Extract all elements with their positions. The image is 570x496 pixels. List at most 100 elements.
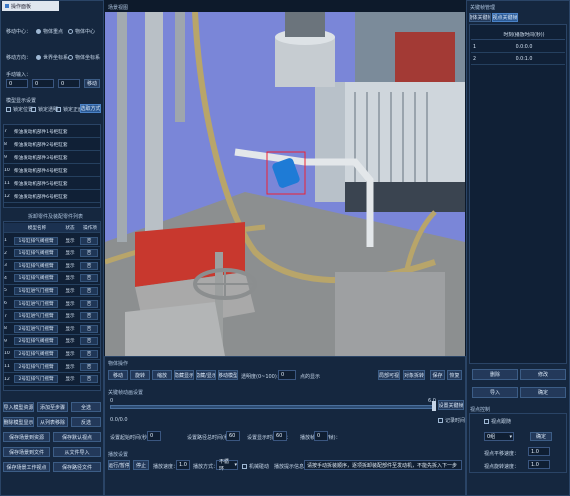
keyframe-row[interactable]: 2 0.0:1.0: [471, 54, 565, 65]
list-item[interactable]: 12 2号缸排气门摇臂 显示否: [4, 374, 100, 386]
keyframe-table: [469, 24, 567, 364]
view-move-speed-input[interactable]: 1.0: [528, 447, 550, 456]
move-center-opt1[interactable]: 物体重点: [36, 28, 63, 35]
local-view-button[interactable]: 局部可视: [378, 370, 400, 380]
x-input[interactable]: 0: [6, 79, 28, 88]
speed-input[interactable]: 1.0: [176, 460, 190, 470]
save-path-file-button[interactable]: 保存路径文件: [53, 462, 101, 472]
move-dir-opt1[interactable]: 世界坐标系: [36, 54, 68, 61]
view-combo[interactable]: 0组 ▾: [484, 432, 514, 441]
view-follow-toggle[interactable]: 视点跟随: [484, 418, 511, 425]
list-header: 模型名称 状态 操作项: [4, 223, 100, 233]
upper-table-row[interactable]: 12 柴油发动机部件6号柜缸套: [4, 191, 100, 203]
move-button[interactable]: 移动: [84, 79, 100, 88]
app-icon: [5, 4, 9, 8]
list-item[interactable]: 2 1号缸排气阀摇臂 显示否: [4, 248, 100, 260]
record-time-toggle[interactable]: 记录时间: [438, 417, 465, 424]
save-scene-resource-button[interactable]: 保存场景到资源: [3, 432, 50, 442]
kf-import-button[interactable]: 导入: [472, 387, 518, 398]
list-item[interactable]: 4 1号缸排气阀摇臂 显示否: [4, 273, 100, 285]
checkbox-icon: [56, 107, 61, 112]
z-input[interactable]: 0: [58, 79, 80, 88]
anim-field-input[interactable]: 0: [147, 431, 161, 441]
manual-input-label: 手动输入：: [6, 72, 32, 78]
list-item[interactable]: 9 2号缸排气阀摇臂 显示否: [4, 336, 100, 348]
transparency-unit: 点的显示: [300, 374, 321, 380]
view-rotate-speed-label: 视点旋转速度：: [484, 464, 520, 470]
list-item[interactable]: 5 1号缸进气门摇臂 显示否: [4, 285, 100, 298]
list-item[interactable]: 6 1号缸进气门摇臂 显示否: [4, 298, 100, 310]
upper-table-row[interactable]: 10 柴油发动机部件4号柜缸套: [4, 165, 100, 177]
hide-show-toggle-button[interactable]: 隐藏/显示: [196, 370, 216, 380]
timeline-handle[interactable]: [432, 401, 436, 411]
follow-toggle[interactable]: 机械碰动: [242, 463, 269, 470]
mode-select[interactable]: 不循环 ▾: [216, 459, 238, 472]
mode-label: 播放方式：: [193, 464, 219, 470]
anim-field-input[interactable]: 60: [226, 431, 240, 441]
hide-show-op-button[interactable]: 隐藏显示: [174, 370, 194, 380]
radio-icon: [36, 29, 41, 34]
stop-button[interactable]: 停止: [133, 460, 149, 470]
list-item[interactable]: 11 2号缸排气门摇臂 显示否: [4, 361, 100, 373]
window-title: 操作面板: [11, 3, 32, 10]
anim-field-input[interactable]: 60: [273, 431, 287, 441]
chevron-down-icon: ▾: [234, 462, 237, 468]
keyframe-row[interactable]: 1 0.0:0.0: [471, 42, 565, 53]
save-scene-file-button[interactable]: 保存场景到文件: [3, 447, 50, 457]
anim-field-input[interactable]: 0: [314, 431, 328, 441]
checkbox-icon: [6, 107, 11, 112]
rotate-op-button[interactable]: 旋转: [130, 370, 150, 380]
upper-table-row[interactable]: 9 柴油发动机部件3号柜缸套: [4, 152, 100, 164]
invert-select-button[interactable]: 反选: [71, 417, 101, 427]
view-confirm-button[interactable]: 确定: [530, 432, 552, 441]
kf-modify-button[interactable]: 修改: [520, 369, 566, 380]
view-settings-title: 视点控制: [470, 407, 491, 413]
view-move-speed-label: 视点平移速度：: [484, 451, 520, 457]
transparency-label: 透明度(0~100)：: [241, 374, 282, 380]
list-item[interactable]: 10 2号缸排气阀摇臂 显示否: [4, 348, 100, 361]
restore-button[interactable]: 恢复: [447, 370, 462, 380]
y-input[interactable]: 0: [32, 79, 54, 88]
remove-from-list-button[interactable]: 从列表移除: [37, 417, 68, 427]
transparency-input[interactable]: 0: [278, 370, 296, 380]
set-keyframe-button[interactable]: 设置关键帧: [438, 400, 464, 410]
playback-title: 播放设置: [108, 452, 129, 458]
list-item[interactable]: 3 1号缸排气阀摇臂 显示否: [4, 260, 100, 273]
save-default-view-button[interactable]: 保存默认视点: [53, 432, 101, 442]
timeline-slider[interactable]: [110, 405, 435, 409]
display-opt-lock-front[interactable]: 锁定正面: [56, 106, 83, 113]
select-all-button[interactable]: 全选: [71, 402, 101, 412]
play-pause-button[interactable]: 运行/暂停: [108, 460, 130, 470]
3d-viewport[interactable]: [105, 12, 465, 356]
list-item[interactable]: 8 2号缸进气门摇臂 显示否: [4, 323, 100, 336]
upper-table-row[interactable]: 7 柴油发动机部件1号柜缸套: [4, 126, 100, 138]
display-opt-lock-trans[interactable]: 锁定透明: [31, 106, 58, 113]
save-work-view-button[interactable]: 保存场景工作视点: [3, 462, 50, 472]
move-op-button[interactable]: 移动: [108, 370, 128, 380]
move-dir-label: 移动方向：: [6, 55, 32, 61]
add-to-step-button[interactable]: 添加至步骤: [37, 402, 68, 412]
chevron-down-icon: ▾: [509, 433, 512, 440]
display-opt-lock-pos[interactable]: 锁定位置: [6, 106, 33, 113]
import-model-button[interactable]: 导入模型资源: [3, 402, 34, 412]
list-item[interactable]: 7 1号缸进气门摇臂 显示否: [4, 311, 100, 323]
upper-table-row[interactable]: 8 柴油发动机部件2号柜缸套: [4, 139, 100, 151]
move-center-opt2[interactable]: 物体中心: [68, 28, 95, 35]
select-mode-button[interactable]: 选取方式: [80, 104, 101, 113]
import-from-file-button[interactable]: 从文件导入: [53, 447, 101, 457]
view-rotate-speed-input[interactable]: 1.0: [528, 460, 550, 469]
tab-object-keyframe[interactable]: 物体关键帧: [469, 13, 491, 22]
move-dir-opt2[interactable]: 物体坐标系: [68, 54, 100, 61]
kf-delete-button[interactable]: 删除: [472, 369, 518, 380]
tab-view-keyframe[interactable]: 视点关键帧: [492, 13, 518, 22]
animation-title: 关键帧动画设置: [108, 390, 144, 396]
save-op-button[interactable]: 保存: [430, 370, 445, 380]
upper-table-row[interactable]: 11 柴油发动机部件5号柜缸套: [4, 178, 100, 190]
delete-model-button[interactable]: 删除模型显示: [3, 417, 34, 427]
checkbox-icon: [484, 419, 489, 424]
list-item[interactable]: 1 1号缸排气阀摇臂 显示否: [4, 235, 100, 247]
rotate-object-button[interactable]: 对象拆转: [403, 370, 425, 380]
move-model-button[interactable]: 移动模型: [218, 370, 238, 380]
kf-confirm-button[interactable]: 确定: [520, 387, 566, 398]
scale-op-button[interactable]: 缩放: [152, 370, 172, 380]
